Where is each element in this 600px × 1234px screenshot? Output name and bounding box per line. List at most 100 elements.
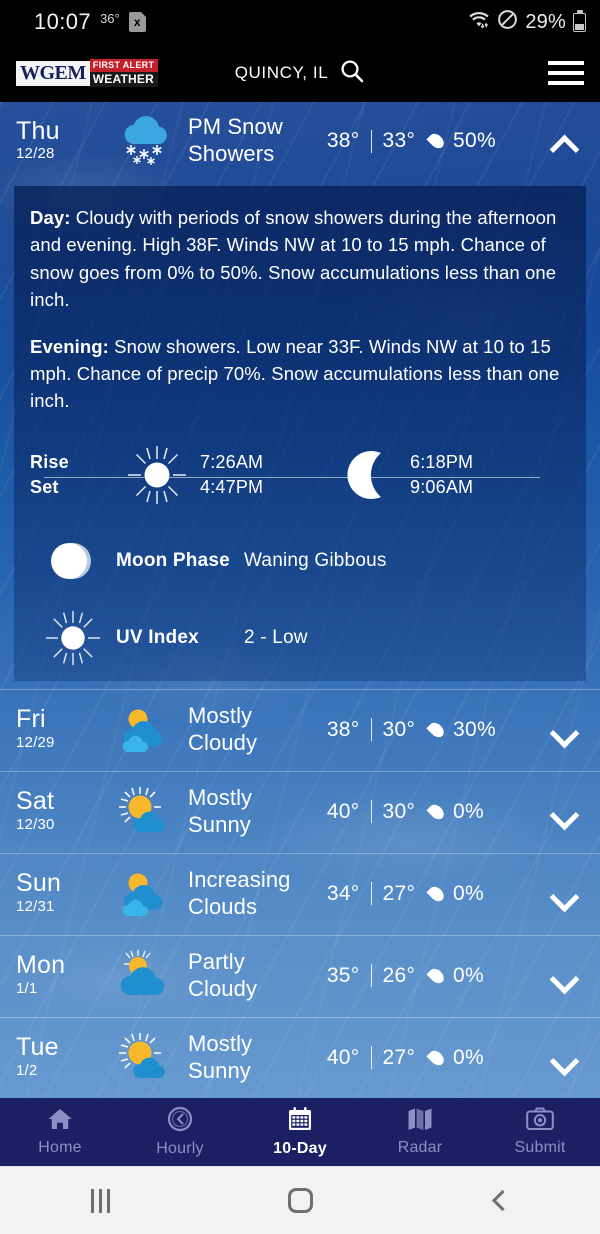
moon-phase-row: Moon Phase Waning Gibbous xyxy=(30,539,570,583)
bottom-tab-bar: Home Hourly 10-Day Radar Submit xyxy=(0,1098,600,1166)
expand-toggle-sun[interactable] xyxy=(540,882,586,905)
sun-behind-cloud-icon xyxy=(116,704,178,756)
astro-grid: Rise 7:26AM 6:18PM Set 4:47PM 9:06AM xyxy=(30,441,570,509)
low-temp: 26° xyxy=(382,963,416,987)
uv-index-value: 2 - Low xyxy=(244,626,308,648)
status-temperature: 36° xyxy=(100,10,120,26)
sunset-time-cell: 4:47PM xyxy=(200,475,328,509)
home-button-icon xyxy=(287,1188,313,1213)
forecast-row-mon[interactable]: Mon 1/1 Partly Cloudy 35° 26° 0% xyxy=(0,934,600,1017)
tab-home[interactable]: Home xyxy=(0,1098,120,1166)
home-icon xyxy=(47,1107,73,1136)
tab-radar[interactable]: Radar xyxy=(360,1098,480,1166)
high-temp: 40° xyxy=(326,799,360,823)
day-name: Sat xyxy=(16,787,55,816)
temperature-cell: 38° 33° xyxy=(312,129,430,153)
tab-submit-label: Submit xyxy=(514,1139,566,1156)
hamburger-bar xyxy=(548,61,584,65)
high-temp: 40° xyxy=(326,1045,360,1069)
rise-label-cell: Rise xyxy=(30,441,114,475)
expand-toggle-tue[interactable] xyxy=(540,1046,586,1069)
temperature-cell: 40° 27° xyxy=(312,1046,430,1070)
precip-value: 0% xyxy=(453,963,484,987)
search-icon[interactable] xyxy=(339,58,365,89)
expand-toggle-fri[interactable] xyxy=(540,718,586,741)
forecast-row-sun[interactable]: Sun 12/31 Increasing Clouds 34° 27° 0% xyxy=(0,852,600,935)
tab-submit[interactable]: Submit xyxy=(480,1098,600,1166)
recents-button[interactable] xyxy=(0,1188,200,1213)
condition-text: Partly Cloudy xyxy=(188,948,258,1001)
back-button[interactable] xyxy=(400,1189,600,1212)
low-temp: 27° xyxy=(382,1045,416,1069)
condition-text: PM Snow Showers xyxy=(188,114,283,166)
forecast-row-tue[interactable]: Tue 1/2 Mostly Sunny 40° 27° 0% xyxy=(0,1016,600,1098)
chevron-down-icon xyxy=(552,800,575,823)
weather-icon-cell xyxy=(108,1032,186,1084)
tab-hourly-label: Hourly xyxy=(156,1140,204,1157)
expand-toggle-thu[interactable] xyxy=(540,130,586,153)
weather-icon-cell xyxy=(108,868,186,920)
evening-description: Evening: Snow showers. Low near 33F. Win… xyxy=(30,333,570,415)
recents-bar xyxy=(106,1188,110,1213)
status-bar: 10:07 36° x 29% xyxy=(0,0,600,44)
water-drop-icon xyxy=(430,885,443,903)
forecast-row-sat[interactable]: Sat 12/30 Mostly Sunny 40° 30° 0% xyxy=(0,770,600,853)
app-header: WGEM FIRST ALERT WEATHER QUINCY, IL xyxy=(0,44,600,102)
battery-icon xyxy=(573,9,586,32)
uv-index-row: UV Index 2 - Low xyxy=(30,609,570,667)
hamburger-menu-icon[interactable] xyxy=(546,55,586,91)
weather-icon-cell xyxy=(108,114,186,168)
set-label: Set xyxy=(30,476,59,497)
temp-separator xyxy=(370,718,372,742)
calendar-icon xyxy=(287,1106,313,1137)
forecast-scroll-area[interactable]: Thu 12/28 PM Snow Showers 38° 33° 50% Da… xyxy=(0,102,600,1098)
crescent-moon-icon xyxy=(328,449,410,501)
day-date: 1/1 xyxy=(16,979,38,997)
wgem-logo[interactable]: WGEM FIRST ALERT WEATHER xyxy=(16,59,159,87)
condition-text: Mostly Cloudy xyxy=(188,702,258,755)
day-name: Thu xyxy=(16,116,60,145)
weather-icon-cell xyxy=(108,786,186,838)
precip-value: 0% xyxy=(453,881,484,905)
day-date: 12/30 xyxy=(16,815,55,833)
waning-gibbous-icon xyxy=(30,539,116,583)
day-name: Mon xyxy=(16,951,66,980)
condition-text: Mostly Sunny xyxy=(188,1030,253,1083)
uv-index-label: UV Index xyxy=(116,626,199,648)
weather-icon-cell xyxy=(108,704,186,756)
precip-cell: 0% xyxy=(430,964,540,988)
water-drop-icon xyxy=(430,967,443,985)
forecast-row-thu[interactable]: Thu 12/28 PM Snow Showers 38° 33° 50% xyxy=(0,102,600,180)
rise-label: Rise xyxy=(30,451,69,472)
snow-showers-icon xyxy=(116,114,178,168)
day-cell: Thu 12/28 xyxy=(16,116,108,165)
water-drop-icon xyxy=(430,1049,443,1067)
moonset-time-cell: 9:06AM xyxy=(410,475,570,509)
tab-ten-day-label: 10-Day xyxy=(273,1140,327,1157)
home-button[interactable] xyxy=(200,1188,400,1213)
precip-cell: 0% xyxy=(430,800,540,824)
ten-day-forecast-list: Thu 12/28 PM Snow Showers 38° 33° 50% Da… xyxy=(0,102,600,1098)
high-temp: 35° xyxy=(326,963,360,987)
tab-hourly[interactable]: Hourly xyxy=(120,1098,240,1166)
expand-toggle-mon[interactable] xyxy=(540,964,586,987)
recents-bar xyxy=(90,1188,94,1213)
sun-icon xyxy=(114,444,200,506)
day-date: 12/28 xyxy=(16,145,55,162)
expand-toggle-sat[interactable] xyxy=(540,800,586,823)
precip-cell: 50% xyxy=(430,129,540,153)
sunset-time: 4:47PM xyxy=(200,476,264,497)
moon-phase-value: Waning Gibbous xyxy=(244,549,387,571)
sun-behind-large-cloud-icon xyxy=(116,949,178,1002)
chevron-down-icon xyxy=(552,718,575,741)
moon-phase-label: Moon Phase xyxy=(116,549,230,571)
tab-ten-day[interactable]: 10-Day xyxy=(240,1098,360,1166)
forecast-row-fri[interactable]: Fri 12/29 Mostly Cloudy 38° 30° 30% xyxy=(0,688,600,771)
status-bar-right: 29% xyxy=(468,9,586,36)
day-cell: Mon 1/1 xyxy=(16,952,108,999)
logo-wgem-text: WGEM xyxy=(16,60,90,86)
condition-text: Mostly Sunny xyxy=(188,784,253,837)
moonset-time: 9:06AM xyxy=(410,476,474,497)
battery-percent: 29% xyxy=(525,10,566,33)
sun-icon xyxy=(30,609,116,667)
